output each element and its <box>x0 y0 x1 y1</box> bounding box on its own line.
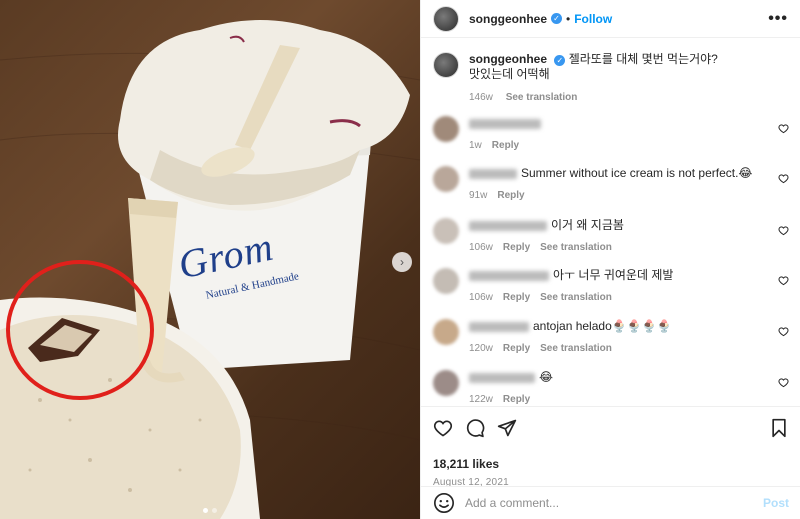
comment-item: 이거 왜 지금봄 106w Reply See translation <box>433 218 789 255</box>
emoji-smiley-icon[interactable] <box>433 492 455 514</box>
comment-text: 아ㅜ 너무 귀여운데 제발 <box>553 268 674 282</box>
comment-like-heart-icon[interactable] <box>778 225 789 236</box>
separator-dot: • <box>566 11 571 26</box>
chevron-right-icon: › <box>400 255 404 269</box>
comment-time: 1w <box>469 140 482 151</box>
avatar[interactable] <box>433 116 459 142</box>
comment-bubble-icon[interactable] <box>465 418 485 438</box>
comment-time: 106w <box>469 242 493 253</box>
post-comment-button[interactable]: Post <box>763 496 789 510</box>
caption-text-line2: 맛있는데 어떡해 <box>469 67 550 81</box>
post-detail-panel: songgeonhee ✓ • Follow ••• songgeonhee ✓… <box>420 0 800 519</box>
avatar[interactable] <box>433 5 459 32</box>
caption-time: 146w <box>469 92 493 103</box>
post-photo[interactable]: Grom Natural & Handmade › <box>0 0 420 519</box>
blurred-username[interactable] <box>469 270 549 281</box>
caption-username[interactable]: songgeonhee <box>469 52 547 66</box>
see-translation-link[interactable]: See translation <box>540 292 612 303</box>
more-options-icon[interactable]: ••• <box>768 10 788 28</box>
follow-button[interactable]: Follow <box>574 12 612 26</box>
comment-text: antojan helado🍨🍨🍨🍨 <box>533 319 672 333</box>
avatar[interactable] <box>433 268 459 294</box>
carousel-next-button[interactable]: › <box>392 252 412 272</box>
comment-item: 1w Reply <box>433 116 789 153</box>
verified-badge-icon: ✓ <box>551 13 563 24</box>
comment-like-heart-icon[interactable] <box>778 326 789 337</box>
comment-like-heart-icon[interactable] <box>778 173 789 184</box>
comment-item: 😂 122w Reply <box>433 370 789 406</box>
see-translation-link[interactable]: See translation <box>506 92 578 103</box>
post-header: songgeonhee ✓ • Follow ••• <box>421 0 800 38</box>
blurred-username[interactable] <box>469 118 541 129</box>
bookmark-save-icon[interactable] <box>769 418 789 438</box>
comment-time: 106w <box>469 292 493 303</box>
comment-like-heart-icon[interactable] <box>778 123 789 134</box>
reply-button[interactable]: Reply <box>503 242 530 253</box>
comment-time: 122w <box>469 394 493 405</box>
avatar[interactable] <box>433 218 459 244</box>
share-paper-plane-icon[interactable] <box>497 418 517 438</box>
comment-input[interactable] <box>465 496 763 510</box>
header-username[interactable]: songgeonhee <box>469 12 547 26</box>
carousel-dot <box>212 508 217 513</box>
reply-button[interactable]: Reply <box>503 292 530 303</box>
like-heart-icon[interactable] <box>433 418 453 438</box>
verified-badge-icon: ✓ <box>554 55 566 66</box>
comment-text: Summer without ice cream is not perfect.… <box>521 166 753 180</box>
comment-item: antojan helado🍨🍨🍨🍨 120w Reply See translati… <box>433 319 789 356</box>
comment-item: 아ㅜ 너무 귀여운데 제발 106w Reply See translation <box>433 268 789 305</box>
comment-item: Summer without ice cream is not perfect.… <box>433 166 789 203</box>
comment-like-heart-icon[interactable] <box>778 275 789 286</box>
reply-button[interactable]: Reply <box>492 140 519 151</box>
comment-time: 120w <box>469 343 493 354</box>
comment-text: 이거 왜 지금봄 <box>551 218 624 232</box>
comment-time: 91w <box>469 190 488 201</box>
comment-text: 😂 <box>539 370 554 384</box>
see-translation-link[interactable]: See translation <box>540 343 612 354</box>
comments-list[interactable]: songgeonhee ✓ 젤라또를 대체 몇번 먹는거야? 맛있는데 어떡해 … <box>421 38 800 406</box>
avatar[interactable] <box>433 370 459 396</box>
avatar[interactable] <box>433 52 459 78</box>
reply-button[interactable]: Reply <box>503 343 530 354</box>
carousel-dots <box>0 508 420 513</box>
comment-like-heart-icon[interactable] <box>778 377 789 388</box>
reply-button[interactable]: Reply <box>503 394 530 405</box>
add-comment-bar: Post <box>421 486 800 519</box>
blurred-username[interactable] <box>469 168 517 179</box>
blurred-username[interactable] <box>469 372 535 383</box>
post-caption: songgeonhee ✓ 젤라또를 대체 몇번 먹는거야? 맛있는데 어떡해 … <box>433 38 789 105</box>
blurred-username[interactable] <box>469 220 547 231</box>
avatar[interactable] <box>433 166 459 192</box>
caption-text-line1: 젤라또를 대체 몇번 먹는거야? <box>568 52 718 66</box>
carousel-dot <box>203 508 208 513</box>
avatar[interactable] <box>433 319 459 345</box>
blurred-username[interactable] <box>469 321 529 332</box>
see-translation-link[interactable]: See translation <box>540 242 612 253</box>
likes-count[interactable]: 18,211 likes <box>433 457 789 471</box>
post-actions: 18,211 likes August 12, 2021 <box>421 406 800 488</box>
reply-button[interactable]: Reply <box>497 190 524 201</box>
